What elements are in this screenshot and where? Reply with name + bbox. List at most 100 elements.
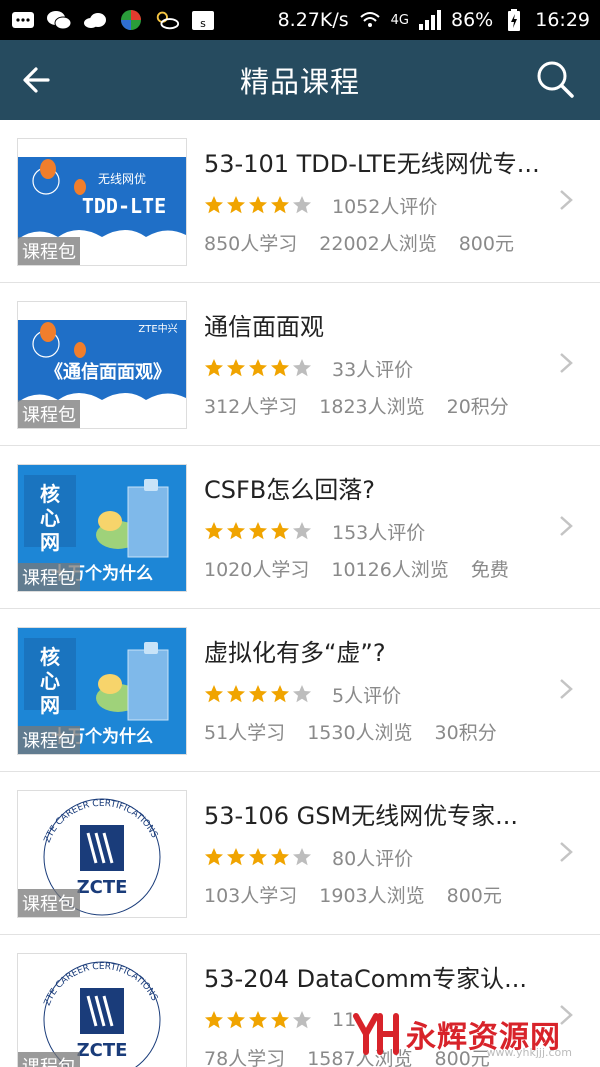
thumb-title-text: ZCTE [77,1040,128,1061]
battery-icon [501,9,527,31]
chevron-right-icon [560,842,573,862]
course-stats: 850人学习 22002人浏览 800元 [204,229,550,256]
watermark: 永辉资源网 www.yhkjjj.com [352,1009,592,1059]
course-package-badge: 课程包 [18,563,80,591]
star-filled-icon [271,359,289,377]
search-button[interactable] [534,58,576,100]
star-filled-icon [249,522,267,540]
svg-text:心: 心 [40,506,60,530]
learner-count: 103人学习 [204,885,298,907]
course-info: 通信面面观 33人评价 312人学习 1823人浏览 20积分 [204,307,550,419]
view-count: 10126人浏览 [331,559,449,581]
course-rating: 1052人评价 [204,193,550,218]
cloud-icon [82,9,108,31]
star-rating [204,358,312,378]
star-filled-icon [205,1011,223,1029]
svg-text:网: 网 [40,693,60,717]
star-filled-icon [227,848,245,866]
course-thumbnail: ZTE中兴 《通信面面观》 课程包 [17,301,187,429]
course-rating: 153人评价 [204,519,550,544]
course-package-badge: 课程包 [18,726,80,754]
course-title: 53-106 GSM无线网优专家... [204,802,519,830]
thumb-title-text: 《通信面面观》 [45,361,171,383]
thumb-title-text: ZCTE [77,877,128,898]
chevron-right-icon [560,516,573,536]
learner-count: 312人学习 [204,396,298,418]
chevron-right-icon [560,353,573,373]
learner-count: 850人学习 [204,233,298,255]
battery-percent: 86% [451,9,494,31]
course-stats: 51人学习 1530人浏览 30积分 [204,718,550,745]
course-info: 虚拟化有多“虚”? 5人评价 51人学习 1530人浏览 30积分 [204,633,550,745]
learner-count: 78人学习 [204,1048,286,1067]
back-button[interactable] [18,60,58,100]
course-package-badge: 课程包 [18,400,80,428]
signal-icon [417,9,443,31]
course-price: 30积分 [434,722,497,744]
view-count: 1823人浏览 [319,396,425,418]
course-info: 53-106 GSM无线网优专家... 80人评价 103人学习 1903人浏览 800… [204,796,550,908]
star-filled-icon [249,196,267,214]
wifi-icon [357,9,383,31]
svg-text:网: 网 [40,530,60,554]
course-price: 20积分 [446,396,509,418]
wechat-icon [46,9,72,31]
review-count: 33人评价 [332,358,414,381]
app-header: 精品课程 [0,40,600,120]
course-row[interactable]: 核 心 网 十万个为什么 课程包 CSFB怎么回落? 153人评价 1020人学习 10… [0,446,600,609]
course-rating: 80人评价 [204,845,550,870]
chevron-right-icon [560,679,573,699]
star-filled-icon [249,1011,267,1029]
star-empty-icon [293,685,311,703]
course-row[interactable]: ZTE CAREER CERTIFICATIONS ZCTE 课程包 53-106… [0,772,600,935]
star-empty-icon [293,196,311,214]
app-icon [118,9,144,31]
star-rating [204,1010,312,1030]
course-thumbnail: 核 心 网 十万个为什么 课程包 [17,464,187,592]
course-price: 800元 [458,233,514,255]
learner-count: 51人学习 [204,722,286,744]
search-icon [537,61,574,98]
course-stats: 312人学习 1823人浏览 20积分 [204,392,550,419]
star-filled-icon [227,1011,245,1029]
course-price: 800元 [446,885,502,907]
star-filled-icon [249,685,267,703]
review-count: 80人评价 [332,847,414,870]
view-count: 1903人浏览 [319,885,425,907]
star-filled-icon [271,848,289,866]
network-type: 4G [390,12,409,28]
course-row[interactable]: ZTE中兴 《通信面面观》 课程包 通信面面观 33人评价 312人学习 1823人浏览… [0,283,600,446]
course-title: 虚拟化有多“虚”? [204,639,386,667]
watermark-logo-icon [353,1013,399,1055]
view-count: 22002人浏览 [319,233,437,255]
course-title: 53-101 TDD-LTE无线网优专... [204,150,540,178]
course-row[interactable]: 核 心 网 十万个为什么 课程包 虚拟化有多“虚”? 5人评价 51人学习 1530人浏… [0,609,600,772]
star-rating [204,195,312,215]
course-info: CSFB怎么回落? 153人评价 1020人学习 10126人浏览 免费 [204,470,550,582]
course-stats: 103人学习 1903人浏览 800元 [204,881,550,908]
course-thumbnail: 无线网优 TDD-LTE 课程包 [17,138,187,266]
course-rating: 5人评价 [204,682,550,707]
star-filled-icon [249,359,267,377]
star-empty-icon [293,1011,311,1029]
star-filled-icon [227,359,245,377]
learner-count: 1020人学习 [204,559,310,581]
course-thumbnail: 核 心 网 十万个为什么 课程包 [17,627,187,755]
star-rating [204,521,312,541]
course-price: 免费 [470,559,509,581]
thumb-title-text: TDD-LTE [82,194,166,218]
course-thumbnail: ZTE CAREER CERTIFICATIONS ZCTE 课程包 [17,790,187,918]
chevron-right-icon [560,190,573,210]
course-row[interactable]: 无线网优 TDD-LTE 课程包 53-101 TDD-LTE无线网优专... 10… [0,120,600,283]
watermark-url: www.yhkjjj.com [486,1046,573,1059]
view-count: 1530人浏览 [307,722,413,744]
store-icon: s [190,9,216,31]
star-filled-icon [205,359,223,377]
star-rating [204,847,312,867]
star-filled-icon [205,196,223,214]
star-empty-icon [293,359,311,377]
arrow-left-icon [23,67,50,93]
course-list: 无线网优 TDD-LTE 课程包 53-101 TDD-LTE无线网优专... 10… [0,120,600,1067]
course-package-badge: 课程包 [18,889,80,917]
svg-text:心: 心 [40,669,60,693]
